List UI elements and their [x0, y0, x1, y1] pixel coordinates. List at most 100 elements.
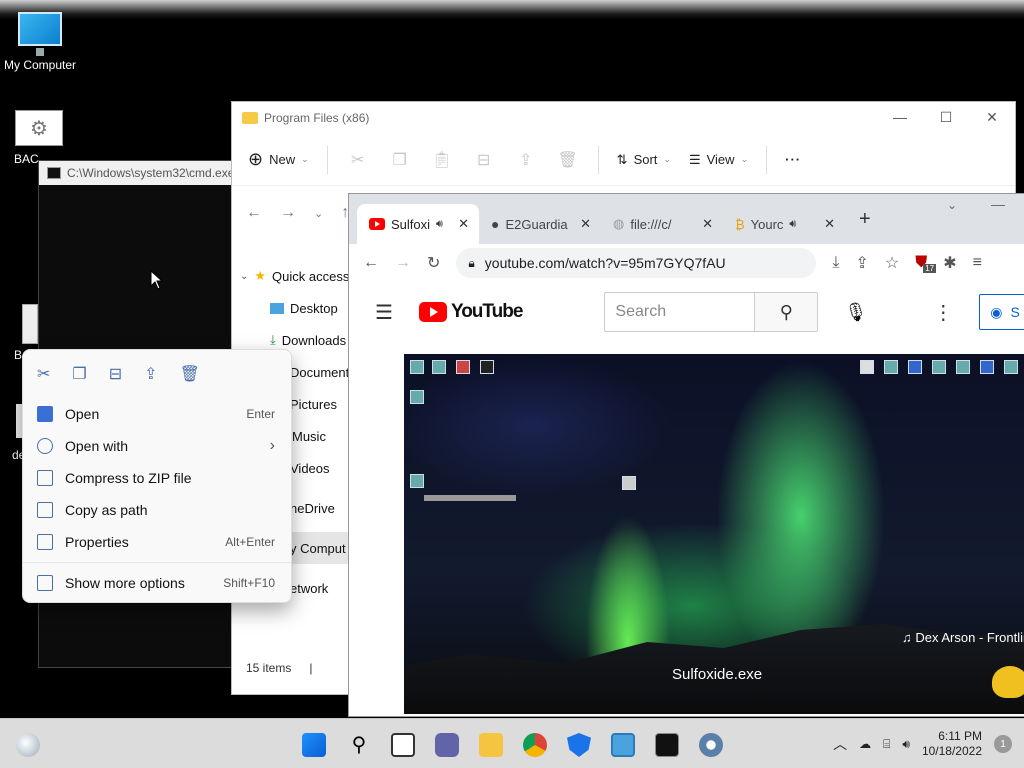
share-icon[interactable]: ⇪ [855, 253, 868, 273]
chrome-icon[interactable] [523, 733, 547, 757]
document-icon [37, 406, 53, 422]
microphone-icon[interactable]: 🎙︎ [844, 302, 867, 323]
menu-item-copy-as-path[interactable]: Copy as path [23, 494, 291, 526]
window-controls: — ☐ ✕ [877, 102, 1015, 132]
maximize-button[interactable]: ☐ [923, 102, 969, 132]
settings-gear-icon[interactable] [699, 733, 723, 757]
notepad-icon[interactable] [611, 733, 635, 757]
tab-close-icon[interactable]: ✕ [458, 216, 469, 232]
copy-icon[interactable]: ❐ [72, 364, 86, 384]
terminal-icon [47, 167, 61, 179]
tab-label: E2Guardia [505, 216, 568, 232]
install-icon[interactable]: ⤓ [832, 254, 839, 272]
search-icon[interactable]: ⚲ [347, 733, 371, 757]
cmd-titlebar[interactable]: C:\Windows\system32\cmd.exe [39, 161, 237, 185]
desktop-icon-bac[interactable]: ⚙ BAC [14, 110, 64, 166]
more-options-button[interactable]: ··· [785, 152, 801, 167]
security-shield-icon[interactable] [567, 733, 591, 757]
chat-icon[interactable] [435, 733, 459, 757]
share-icon[interactable]: ⇪ [514, 150, 538, 170]
cloud-offline-icon[interactable]: ☁ [859, 737, 871, 751]
tab-e2guardian[interactable]: ● E2Guardia ✕ [479, 204, 601, 244]
back-arrow-icon[interactable]: ← [246, 204, 262, 222]
share-icon[interactable]: ⇪ [144, 364, 157, 384]
tab-close-icon[interactable]: ✕ [580, 216, 591, 232]
weather-icon[interactable] [16, 733, 40, 757]
view-button[interactable]: ☰ View ⌄ [689, 152, 748, 168]
forward-arrow-icon[interactable]: → [280, 204, 296, 222]
tab-search-icon[interactable]: ⌄ [947, 198, 957, 212]
paste-icon[interactable]: 📋︎ [430, 150, 454, 170]
video-caption: Sulfoxide.exe [672, 666, 763, 683]
rename-icon[interactable]: ⊟ [472, 150, 496, 170]
menu-label: Open [65, 406, 100, 422]
hamburger-menu-icon[interactable]: ☰ [375, 300, 393, 325]
song-title: ♫ Dex Arson - Frontlin [902, 630, 1024, 645]
reload-icon[interactable]: ↻ [427, 253, 440, 273]
volume-icon[interactable]: 🔊︎ [902, 737, 910, 752]
desktop-icon [270, 302, 284, 314]
tab-close-icon[interactable]: ✕ [702, 216, 713, 232]
view-label: View [706, 152, 735, 167]
video-player[interactable]: ♫ Dex Arson - Frontlin Sulfoxide.exe [404, 354, 1024, 714]
tab-yourc[interactable]: ₿ Yourc 🔊︎ ✕ [723, 204, 845, 244]
tree-label: Downloads [281, 332, 347, 348]
sign-in-button[interactable]: ◉ S [979, 294, 1024, 330]
menu-item-open-with[interactable]: Open with › [23, 430, 291, 462]
search-input[interactable]: Search [605, 293, 756, 331]
terminal-icon[interactable] [655, 733, 679, 757]
rename-icon[interactable]: ⊟ [109, 364, 122, 384]
desktop-icon-my-computer[interactable]: My Computer [2, 12, 78, 72]
globe-icon: ◍ [613, 216, 625, 231]
puzzle-icon[interactable]: ✱ [943, 253, 956, 273]
file-explorer-icon[interactable] [479, 733, 503, 757]
cut-icon[interactable]: ✂ [37, 364, 50, 384]
bookmark-star-icon[interactable]: ☆ [885, 253, 899, 273]
minimize-button[interactable]: — [877, 102, 923, 132]
youtube-logo[interactable]: YouTube [418, 301, 523, 323]
copy-icon[interactable]: ❐ [388, 150, 412, 170]
forward-arrow-icon[interactable]: → [395, 254, 411, 272]
search-icon[interactable]: ⚲ [755, 293, 818, 331]
tree-item-desktop[interactable]: Desktop [232, 292, 350, 324]
network-icon[interactable]: ⌸ [883, 737, 890, 752]
delete-icon[interactable]: 🗑︎ [180, 364, 200, 384]
clock[interactable]: 6:11 PM 10/18/2022 [922, 729, 982, 759]
chevron-right-icon: › [269, 437, 275, 454]
delete-icon[interactable]: 🗑︎ [556, 150, 580, 170]
tab-close-icon[interactable]: ✕ [824, 216, 835, 232]
back-arrow-icon[interactable]: ← [363, 254, 379, 272]
view-icon: ☰ [688, 151, 701, 167]
menu-item-compress-zip[interactable]: Compress to ZIP file [23, 462, 291, 494]
zip-folder-icon [37, 470, 53, 486]
tab-file[interactable]: ◍ file:///c/ ✕ [601, 204, 723, 244]
media-queue-icon[interactable]: ≡ [973, 254, 982, 272]
menu-item-properties[interactable]: Properties Alt+Enter [23, 526, 291, 558]
chrome-window[interactable]: Sulfoxi 🔊︎ ✕ ● E2Guardia ✕ ◍ file:///c/ … [348, 193, 1024, 717]
tab-youtube[interactable]: Sulfoxi 🔊︎ ✕ [357, 204, 479, 244]
tab-label: Yourc [750, 216, 784, 232]
menu-item-open[interactable]: Open Enter [23, 398, 291, 430]
minimize-button[interactable]: — [991, 196, 1005, 212]
extension-shield-icon[interactable]: ⛊ 17 [915, 254, 937, 273]
new-tab-button[interactable]: + [859, 208, 871, 231]
tree-item-quick-access[interactable]: ⌄ ★ Quick access [232, 260, 350, 292]
more-options-icon[interactable]: ⋮ [933, 300, 953, 325]
menu-item-show-more-options[interactable]: Show more options Shift+F10 [23, 567, 291, 599]
menu-label: Show more options [65, 575, 185, 591]
new-button[interactable]: ⊕ New ⌄ [248, 149, 309, 170]
close-button[interactable]: ✕ [969, 102, 1015, 132]
speaker-icon[interactable]: 🔊︎ [789, 218, 796, 231]
start-icon[interactable] [302, 733, 326, 757]
chevron-down-icon[interactable]: ⌄ [314, 207, 323, 220]
speaker-icon[interactable]: 🔊︎ [436, 218, 443, 231]
tree-label: Pictures [290, 396, 337, 412]
cut-icon[interactable]: ✂ [346, 150, 370, 170]
address-bar[interactable]: 🔒︎ youtube.com/watch?v=95m7GYQ7fAU [456, 248, 817, 278]
search-box[interactable]: Search ⚲ [604, 292, 819, 332]
notification-badge[interactable]: 1 [994, 735, 1012, 753]
tree-label: etwork [290, 580, 329, 596]
sort-button[interactable]: ⇅ Sort ⌄ [617, 152, 671, 168]
chevron-up-icon[interactable]: ︿ [833, 734, 847, 754]
task-view-icon[interactable] [391, 733, 415, 757]
